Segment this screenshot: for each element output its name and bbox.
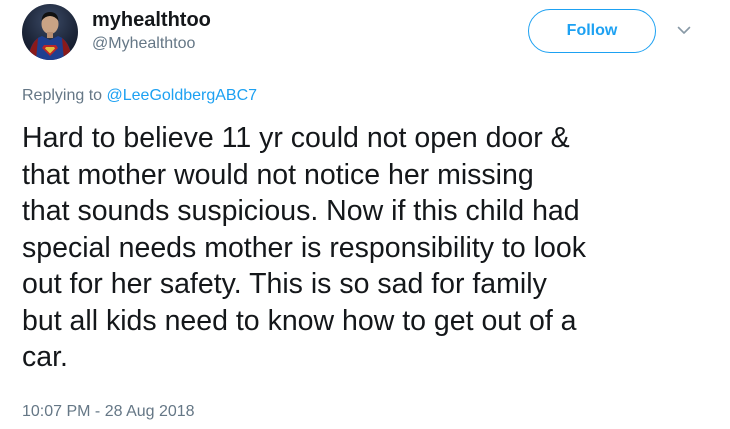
- user-handle[interactable]: @Myhealthtoo: [92, 34, 195, 54]
- tweet-timestamp[interactable]: 10:07 PM - 28 Aug 2018: [22, 402, 195, 422]
- tweet-text: Hard to believe 11 yr could not open doo…: [22, 122, 586, 373]
- replying-to: Replying to @LeeGoldbergABC7: [22, 86, 257, 106]
- superman-avatar-icon: [28, 12, 72, 60]
- display-name[interactable]: myhealthtoo: [92, 8, 211, 32]
- reply-mention-link[interactable]: @LeeGoldbergABC7: [107, 87, 258, 104]
- chevron-down-icon[interactable]: [676, 22, 692, 38]
- tweet-card: myhealthtoo @Myhealthtoo Follow Replying…: [0, 0, 730, 429]
- replying-to-label: Replying to: [22, 87, 107, 104]
- avatar[interactable]: [22, 4, 78, 60]
- follow-button[interactable]: Follow: [528, 9, 656, 53]
